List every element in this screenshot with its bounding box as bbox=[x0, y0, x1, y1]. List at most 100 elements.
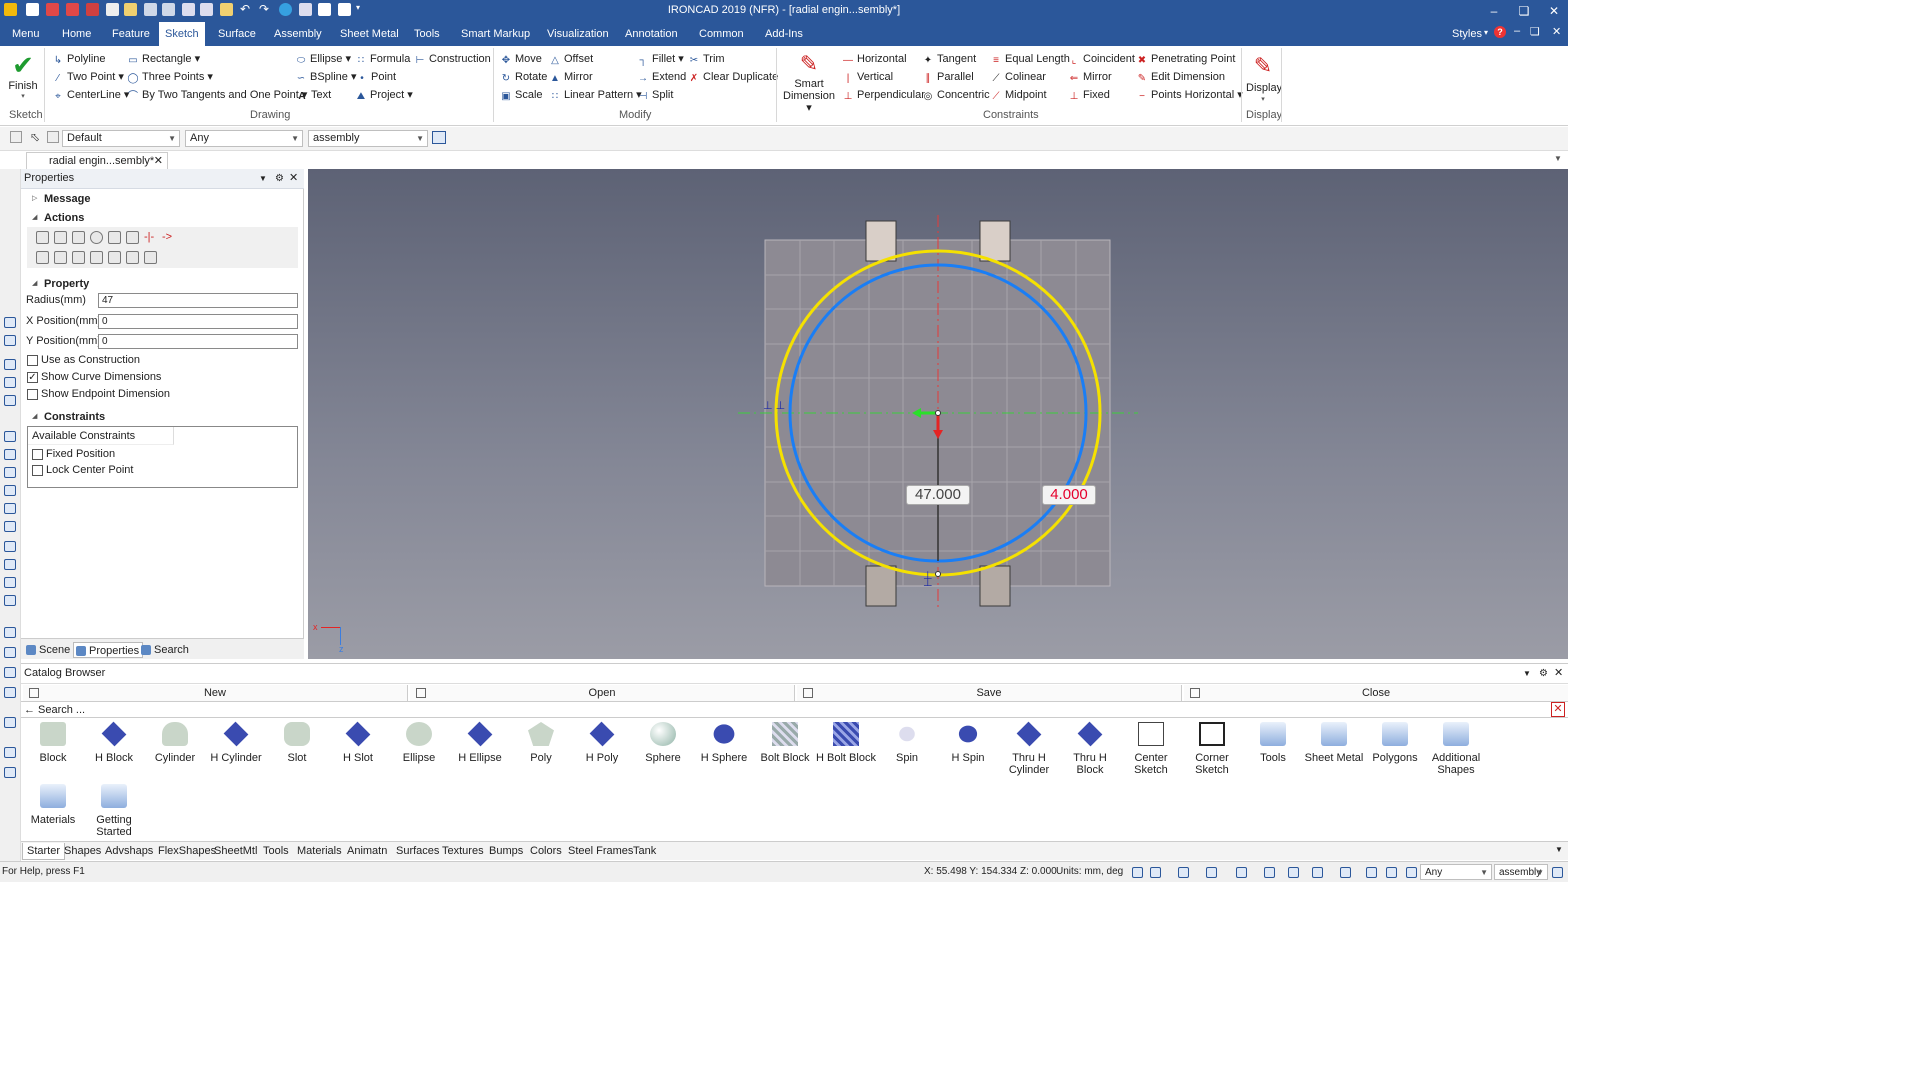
catalog-new-button[interactable]: New bbox=[23, 685, 408, 701]
bspline-button[interactable]: ∽ BSpline ▾ bbox=[295, 69, 357, 85]
tab-surfaces[interactable]: Surfaces bbox=[392, 843, 443, 860]
catalog-item[interactable]: H Ellipse bbox=[449, 721, 511, 764]
tool-strip-icon[interactable] bbox=[4, 449, 16, 460]
tab-assembly[interactable]: Assembly bbox=[268, 22, 328, 46]
equal-length-button[interactable]: ≡ Equal Length bbox=[990, 51, 1070, 67]
tab-properties[interactable]: Properties bbox=[73, 642, 144, 658]
centerline-button[interactable]: ⌖ CenterLine ▾ bbox=[52, 87, 129, 103]
status-filter-combo[interactable]: Any ▼ bbox=[1420, 864, 1492, 880]
formula-button[interactable]: ∷ Formula bbox=[355, 51, 411, 67]
catalog-item[interactable]: Poly bbox=[510, 722, 572, 764]
fillet-button[interactable]: ┐ Fillet ▾ bbox=[637, 51, 683, 67]
tool-strip-icon[interactable] bbox=[4, 377, 16, 388]
tab-menu[interactable]: Menu bbox=[6, 22, 46, 46]
action-icon[interactable] bbox=[90, 251, 103, 264]
minimize-doc-icon[interactable]: – bbox=[1514, 25, 1520, 37]
styles-dropdown-icon[interactable]: ▾ bbox=[1484, 28, 1488, 37]
tab-tools[interactable]: Tools bbox=[408, 22, 446, 46]
tool-strip-icon[interactable] bbox=[4, 717, 16, 728]
minimize-button[interactable]: – bbox=[1480, 2, 1508, 20]
action-icon[interactable] bbox=[126, 231, 139, 244]
catalog-item[interactable]: H Slot bbox=[327, 721, 389, 764]
tab-home[interactable]: Home bbox=[56, 22, 97, 46]
tab-visualization[interactable]: Visualization bbox=[541, 22, 615, 46]
catalog-item[interactable]: Corner Sketch bbox=[1181, 722, 1243, 776]
catalog-item[interactable]: Tools bbox=[1242, 722, 1304, 764]
close-tab-icon[interactable]: ✕ bbox=[154, 153, 163, 169]
move-button[interactable]: ✥ Move bbox=[500, 51, 542, 67]
tool-strip-icon[interactable] bbox=[4, 467, 16, 478]
tool-strip-icon[interactable] bbox=[4, 485, 16, 496]
points-horizontal-button[interactable]: − Points Horizontal ▾ bbox=[1136, 87, 1243, 103]
tab-sheetmtl[interactable]: SheetMtl bbox=[210, 843, 261, 860]
action-icon[interactable]: -> bbox=[162, 231, 175, 244]
camera-icon[interactable] bbox=[1312, 867, 1323, 878]
tool-strip-icon[interactable] bbox=[4, 503, 16, 514]
catalog-item[interactable]: H Bolt Block bbox=[815, 722, 877, 764]
penetrating-point-button[interactable]: ✖ Penetrating Point bbox=[1136, 51, 1236, 67]
use-as-construction-checkbox[interactable] bbox=[27, 355, 38, 366]
perpendicular-button[interactable]: ⊥ Perpendicular bbox=[842, 87, 925, 103]
render-mode-icon[interactable] bbox=[1206, 867, 1217, 878]
point-button[interactable]: • Point bbox=[356, 69, 396, 85]
action-icon[interactable] bbox=[54, 251, 67, 264]
tab-sketch[interactable]: Sketch bbox=[159, 22, 205, 46]
actions-section[interactable]: ◢ Actions bbox=[32, 212, 84, 224]
show-endpoint-dimension-checkbox[interactable] bbox=[27, 389, 38, 400]
catalog-item[interactable]: Ellipse bbox=[388, 722, 450, 764]
tab-search[interactable]: Search bbox=[139, 642, 189, 658]
smart-dimension-button[interactable]: ✎ Smart Dimension ▾ bbox=[782, 50, 836, 114]
two-tangents-button[interactable]: ⌒ By Two Tangents and One Point ▾ bbox=[127, 87, 307, 103]
radius-field[interactable]: 47 bbox=[98, 293, 298, 308]
tool-strip-icon[interactable] bbox=[4, 687, 16, 698]
catalog-open-button[interactable]: Open bbox=[410, 685, 795, 701]
tangent-button[interactable]: ✦ Tangent bbox=[922, 51, 976, 67]
pin-icon[interactable]: ⚙ bbox=[275, 169, 284, 188]
polyline-button[interactable]: ↳ Polyline bbox=[52, 51, 106, 67]
tab-tools[interactable]: Tools bbox=[259, 843, 293, 860]
tool-strip-icon[interactable] bbox=[4, 595, 16, 606]
tool-strip-icon[interactable] bbox=[4, 541, 16, 552]
close-button[interactable]: ✕ bbox=[1540, 2, 1568, 20]
catalog-item[interactable]: H Cylinder bbox=[205, 721, 267, 764]
offset-button[interactable]: △ Offset bbox=[549, 51, 593, 67]
action-icon[interactable] bbox=[108, 231, 121, 244]
finish-button[interactable]: ✔ Finish ▾ bbox=[6, 50, 40, 106]
restore-button[interactable]: ❏ bbox=[1510, 2, 1538, 20]
tab-sheet-metal[interactable]: Sheet Metal bbox=[334, 22, 405, 46]
tool-strip-icon[interactable] bbox=[4, 359, 16, 370]
tab-annotation[interactable]: Annotation bbox=[619, 22, 684, 46]
3d-viewport[interactable]: ⊥ ⊥ ⊥ ⊥ 47.000 4.000 x z bbox=[308, 169, 1568, 659]
radius-dimension-label[interactable]: 47.000 bbox=[906, 485, 970, 505]
cursor-icon[interactable] bbox=[1406, 867, 1417, 878]
filter-icon[interactable] bbox=[10, 131, 22, 143]
catalog-item[interactable]: Additional Shapes bbox=[1425, 722, 1487, 776]
tab-shapes[interactable]: Shapes bbox=[60, 843, 105, 860]
display-button[interactable]: ✎ Display ▾ bbox=[1246, 50, 1282, 106]
zoom-icon[interactable] bbox=[1132, 867, 1143, 878]
shading-icon[interactable] bbox=[1264, 867, 1275, 878]
tool-strip-icon[interactable] bbox=[4, 667, 16, 678]
action-icon[interactable] bbox=[72, 251, 85, 264]
close-doc-icon[interactable]: ✕ bbox=[1552, 25, 1561, 38]
offset-dimension-label[interactable]: 4.000 bbox=[1042, 485, 1096, 505]
midpoint-button[interactable]: ⟋ Midpoint bbox=[990, 87, 1047, 103]
rectangle-button[interactable]: ▭ Rectangle ▾ bbox=[127, 51, 200, 67]
tool-strip-icon[interactable] bbox=[4, 335, 16, 346]
parallel-button[interactable]: ∥ Parallel bbox=[922, 69, 974, 85]
tab-common[interactable]: Common bbox=[693, 22, 750, 46]
select-mode-icon[interactable] bbox=[47, 131, 59, 143]
tool-strip-icon[interactable] bbox=[4, 647, 16, 658]
catalog-tabs-dropdown-icon[interactable]: ▼ bbox=[1555, 845, 1563, 854]
action-icon[interactable] bbox=[144, 251, 157, 264]
zoom-area-icon[interactable] bbox=[1150, 867, 1161, 878]
status-level-combo[interactable]: assembly ▼ bbox=[1494, 864, 1548, 880]
tool-strip-icon[interactable] bbox=[4, 577, 16, 588]
tab-starter[interactable]: Starter bbox=[22, 843, 66, 860]
tool-strip-icon[interactable] bbox=[4, 559, 16, 570]
tool-strip-icon[interactable] bbox=[4, 767, 16, 778]
tool-strip-icon[interactable] bbox=[4, 395, 16, 406]
tab-tank[interactable]: Tank bbox=[629, 843, 660, 860]
action-icon[interactable] bbox=[90, 231, 103, 244]
level-combo[interactable]: assembly ▼ bbox=[308, 130, 428, 147]
